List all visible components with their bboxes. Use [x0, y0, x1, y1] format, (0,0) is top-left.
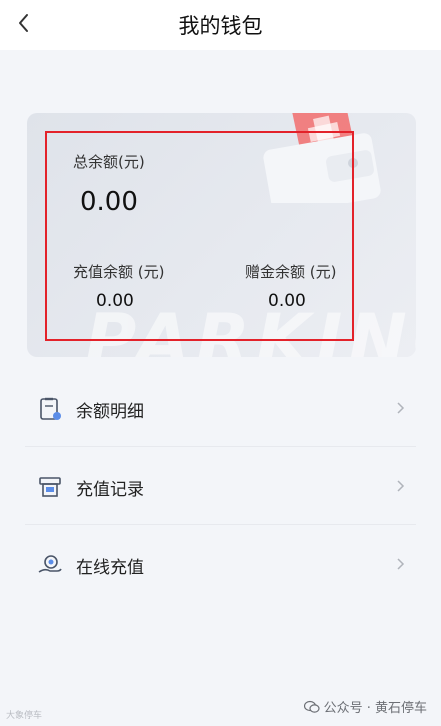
chevron-right-icon: [397, 480, 405, 492]
menu-item-label: 充值记录: [76, 480, 144, 500]
divider: [25, 524, 416, 525]
menu-item-online-recharge[interactable]: 在线充值: [25, 526, 416, 602]
footer-watermark: 大象停车: [6, 711, 43, 721]
total-balance-label: 总余额(元): [73, 153, 145, 171]
chevron-right-icon: [397, 558, 405, 570]
total-balance-value: 0.00: [80, 187, 138, 217]
menu-item-label: 在线充值: [76, 558, 144, 578]
menu-item-balance-detail[interactable]: 余额明细: [25, 370, 416, 446]
footer-account-label: 公众号 · 黄石停车: [303, 697, 427, 716]
menu-item-label: 余额明细: [76, 402, 144, 422]
receipt-icon: [39, 477, 61, 497]
recharge-balance-label: 充值余额 (元): [73, 263, 165, 281]
menu-item-recharge-record[interactable]: 充值记录: [25, 448, 416, 524]
page-title: 我的钱包: [178, 14, 263, 38]
gift-balance-value: 0.00: [268, 291, 306, 311]
chevron-right-icon: [397, 402, 405, 414]
gift-balance-label: 赠金余额 (元): [245, 263, 337, 281]
app-header: 我的钱包: [0, 0, 441, 50]
recharge-balance-value: 0.00: [96, 291, 134, 311]
footer-account-text: 公众号 · 黄石停车: [323, 701, 427, 716]
wechat-icon: [303, 700, 320, 713]
document-icon: [40, 397, 61, 420]
hand-coin-icon: [38, 555, 62, 573]
divider: [25, 446, 416, 447]
